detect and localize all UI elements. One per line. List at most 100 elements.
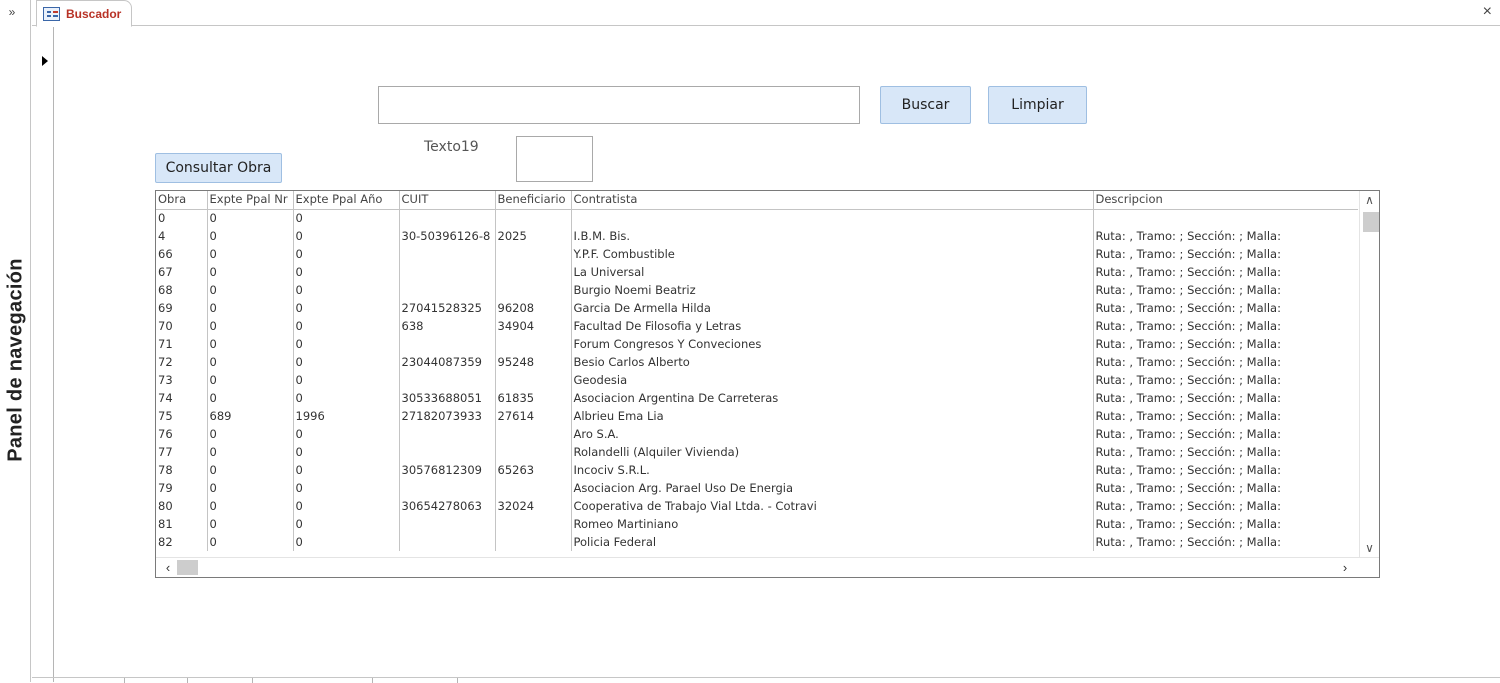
table-row[interactable]: 76 0 0 Aro S.A. Ruta: , Tramo: ; Sección: ; … xyxy=(156,425,1358,443)
search-input[interactable] xyxy=(378,86,860,124)
table-cell: 0 xyxy=(207,425,294,443)
table-cell: Incociv S.R.L. xyxy=(571,461,1094,479)
table-row[interactable]: 71 0 0 Forum Congresos Y Conveciones Ruta: ,… xyxy=(156,335,1358,353)
table-cell: 0 xyxy=(293,335,400,353)
table-cell: 0 xyxy=(293,317,400,335)
table-cell xyxy=(495,425,572,443)
table-cell: 0 xyxy=(207,479,294,497)
table-cell: Burgio Noemi Beatriz xyxy=(571,281,1094,299)
table-cell: 4 xyxy=(156,227,208,245)
table-cell: Ruta: , Tramo: ; Sección: ; Malla: xyxy=(1095,408,1281,423)
table-cell xyxy=(495,533,572,551)
table-cell: Ruta: , Tramo: ; Sección: ; Malla: xyxy=(1095,372,1281,387)
vertical-scroll-thumb[interactable] xyxy=(1363,212,1379,232)
table-cell: 0 xyxy=(207,317,294,335)
scroll-right-icon[interactable]: › xyxy=(1335,558,1355,577)
tab-label: Buscador xyxy=(66,6,122,21)
table-row[interactable]: 79 0 0 Asociacion Arg. Parael Uso De Energi… xyxy=(156,479,1358,497)
table-cell: 78 xyxy=(156,461,208,479)
table-cell: Ruta: , Tramo: ; Sección: ; Malla: xyxy=(1095,498,1281,513)
table-cell: 30533688051 xyxy=(399,389,496,407)
table-cell: Rolandelli (Alquiler Vivienda) xyxy=(571,443,1094,461)
table-cell: 0 xyxy=(293,425,400,443)
consultar-obra-button[interactable]: Consultar Obra xyxy=(155,153,282,183)
table-row[interactable]: 75 689 1996 27182073933 27614 Albrieu Ema Lia… xyxy=(156,407,1358,425)
scroll-down-icon[interactable]: ∨ xyxy=(1360,539,1379,557)
table-cell: Ruta: , Tramo: ; Sección: ; Malla: xyxy=(1095,246,1281,261)
table-row[interactable]: 66 0 0 Y.P.F. Combustible Ruta: , Tramo: ; S… xyxy=(156,245,1358,263)
table-cell: Asociacion Arg. Parael Uso De Energia xyxy=(571,479,1094,497)
table-cell: 0 xyxy=(207,497,294,515)
table-row[interactable]: 69 0 0 27041528325 96208 Garcia De Armella Hi… xyxy=(156,299,1358,317)
table-cell: 65263 xyxy=(495,461,572,479)
table-row[interactable]: 68 0 0 Burgio Noemi Beatriz Ruta: , Tramo: ;… xyxy=(156,281,1358,299)
close-icon[interactable]: × xyxy=(1483,3,1492,21)
scroll-up-icon[interactable]: ∧ xyxy=(1360,191,1379,209)
table-row[interactable]: 77 0 0 Rolandelli (Alquiler Vivienda) Ruta: … xyxy=(156,443,1358,461)
table-cell: Ruta: , Tramo: ; Sección: ; Malla: xyxy=(1095,318,1281,333)
table-row[interactable]: 73 0 0 Geodesia Ruta: , Tramo: ; Sección: ; … xyxy=(156,371,1358,389)
table-cell xyxy=(495,245,572,263)
vertical-scrollbar[interactable]: ∧ ∨ xyxy=(1359,191,1379,557)
table-cell: 0 xyxy=(293,281,400,299)
table-cell: Ruta: , Tramo: ; Sección: ; Malla: xyxy=(1095,534,1281,549)
table-cell: Policia Federal xyxy=(571,533,1094,551)
table-cell: Ruta: , Tramo: ; Sección: ; Malla: xyxy=(1095,480,1281,495)
limpiar-button[interactable]: Limpiar xyxy=(988,86,1087,124)
table-row[interactable]: 4 0 0 30-50396126-8 2025 I.B.M. Bis. Ruta: , T… xyxy=(156,227,1358,245)
table-cell: Romeo Martiniano xyxy=(571,515,1094,533)
scroll-left-icon[interactable]: ‹ xyxy=(158,558,178,577)
table-cell: I.B.M. Bis. xyxy=(571,227,1094,245)
table-cell: Y.P.F. Combustible xyxy=(571,245,1094,263)
table-row[interactable]: 70 0 0 638 34904 Facultad De Filosofia y Letr… xyxy=(156,317,1358,335)
table-cell: 76 xyxy=(156,425,208,443)
texto19-field[interactable] xyxy=(516,136,593,182)
table-cell: 71 xyxy=(156,335,208,353)
horizontal-scroll-thumb[interactable] xyxy=(177,560,198,575)
table-cell: 34904 xyxy=(495,317,572,335)
table-cell: 689 xyxy=(207,407,294,425)
table-cell: 0 xyxy=(293,443,400,461)
table-row[interactable]: 000 xyxy=(156,209,1358,227)
table-cell xyxy=(495,281,572,299)
table-cell: Besio Carlos Alberto xyxy=(571,353,1094,371)
table-cell xyxy=(399,245,496,263)
table-cell: Ruta: , Tramo: ; Sección: ; Malla: xyxy=(1095,444,1281,459)
buscar-button[interactable]: Buscar xyxy=(880,86,971,124)
table-cell: Ruta: , Tramo: ; Sección: ; Malla: xyxy=(1095,390,1281,405)
table-cell: Ruta: , Tramo: ; Sección: ; Malla: xyxy=(1095,300,1281,315)
table-cell: 1996 xyxy=(293,407,400,425)
tab-buscador[interactable]: Buscador xyxy=(36,0,132,27)
table-cell: 0 xyxy=(207,461,294,479)
table-row[interactable]: 74 0 0 30533688051 61835 Asociacion Argentina… xyxy=(156,389,1358,407)
table-cell: 32024 xyxy=(495,497,572,515)
table-cell: 30654278063 xyxy=(399,497,496,515)
table-row[interactable]: 78 0 0 30576812309 65263 Incociv S.R.L. Ruta: … xyxy=(156,461,1358,479)
table-cell: Facultad De Filosofia y Letras xyxy=(571,317,1094,335)
document-tab-strip: Buscador × xyxy=(32,0,1500,27)
record-selector[interactable] xyxy=(32,27,54,682)
table-cell: 0 xyxy=(156,209,208,227)
table-cell: 27041528325 xyxy=(399,299,496,317)
table-cell: Ruta: , Tramo: ; Sección: ; Malla: xyxy=(1095,462,1281,477)
table-row[interactable]: 72 0 0 23044087359 95248 Besio Carlos Alberto… xyxy=(156,353,1358,371)
table-cell: 0 xyxy=(207,227,294,245)
navigation-pane-label[interactable]: Panel de navegación xyxy=(5,258,28,462)
table-cell xyxy=(495,209,572,227)
table-cell xyxy=(495,263,572,281)
table-row[interactable]: 82 0 0 Policia Federal Ruta: , Tramo: ; Secc… xyxy=(156,533,1358,551)
table-cell: 70 xyxy=(156,317,208,335)
table-cell: 74 xyxy=(156,389,208,407)
table-cell xyxy=(399,335,496,353)
horizontal-scrollbar[interactable]: ‹ › xyxy=(156,557,1379,577)
table-cell xyxy=(399,515,496,533)
current-record-arrow-icon xyxy=(42,56,48,66)
nav-expand-icon[interactable]: » xyxy=(3,5,21,19)
results-listbox[interactable]: Obra Expte Ppal Nr Expte Ppal Año CUIT Benef… xyxy=(155,190,1380,578)
table-cell: 0 xyxy=(293,209,400,227)
table-cell: 72 xyxy=(156,353,208,371)
table-row[interactable]: 81 0 0 Romeo Martiniano Ruta: , Tramo: ; Sec… xyxy=(156,515,1358,533)
table-row[interactable]: 80 0 0 30654278063 32024 Cooperativa de Traba… xyxy=(156,497,1358,515)
table-cell: Cooperativa de Trabajo Vial Ltda. - Cotr… xyxy=(571,497,1094,515)
table-row[interactable]: 67 0 0 La Universal Ruta: , Tramo: ; Sección… xyxy=(156,263,1358,281)
